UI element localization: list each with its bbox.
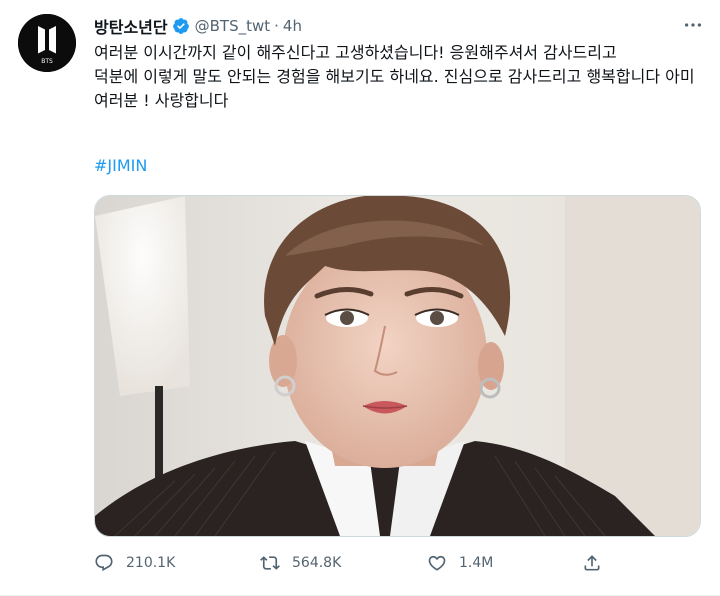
bts-logo-icon: BTS: [18, 14, 76, 72]
hashtag-link[interactable]: #JIMIN: [94, 156, 147, 175]
verified-badge-icon: [172, 18, 189, 34]
tweet[interactable]: BTS 방탄소년단 @BTS_twt · 4h 여러분 이시간까지 같이 해주신…: [0, 0, 720, 596]
like-count: 1.4M: [459, 555, 494, 571]
reply-count: 210.1K: [126, 555, 176, 571]
selfie-photo: [95, 196, 700, 536]
separator-dot: ·: [274, 17, 279, 35]
retweet-icon: [260, 556, 280, 570]
retweet-count: 564.8K: [292, 555, 342, 571]
avatar-logo-text: BTS: [41, 58, 53, 65]
tweet-text: 여러분 이시간까지 같이 해주신다고 고생하셨습니다! 응원해주셔서 감사드리고…: [94, 43, 695, 110]
tweet-header: 방탄소년단 @BTS_twt · 4h: [94, 14, 302, 38]
share-icon: [584, 555, 600, 571]
like-icon: [428, 555, 446, 571]
tweet-actions: 210.1K 564.8K 1.4M: [94, 548, 654, 578]
share-button[interactable]: [582, 548, 614, 578]
more-icon[interactable]: [682, 14, 704, 36]
reply-button[interactable]: 210.1K: [94, 548, 175, 578]
tweet-timestamp[interactable]: 4h: [283, 17, 302, 35]
author-name[interactable]: 방탄소년단: [94, 14, 168, 38]
avatar[interactable]: BTS: [18, 14, 76, 72]
reply-icon: [95, 554, 113, 572]
like-button[interactable]: 1.4M: [427, 548, 493, 578]
retweet-button[interactable]: 564.8K: [260, 548, 341, 578]
author-handle[interactable]: @BTS_twt: [195, 17, 271, 35]
tweet-photo[interactable]: [94, 195, 701, 537]
